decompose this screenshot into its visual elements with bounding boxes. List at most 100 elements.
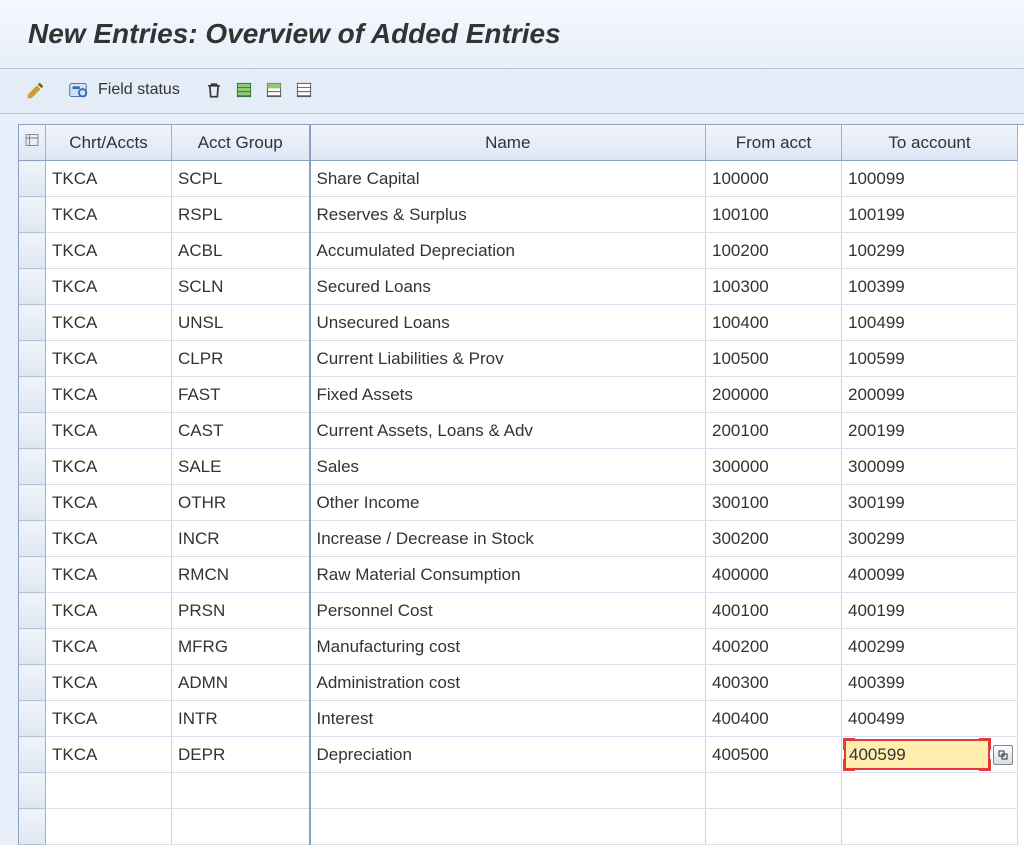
cell-to-account[interactable]: 100499 — [842, 305, 1018, 341]
cell-name[interactable]: Unsecured Loans — [310, 305, 706, 341]
cell-chrt-accts[interactable]: TKCA — [46, 161, 172, 197]
row-selector[interactable] — [19, 593, 46, 629]
cell-chrt-accts[interactable] — [46, 809, 172, 845]
cell-chrt-accts[interactable] — [46, 773, 172, 809]
col-name[interactable]: Name — [310, 125, 706, 161]
cell-from-acct[interactable]: 100500 — [706, 341, 842, 377]
cell-name[interactable]: Fixed Assets — [310, 377, 706, 413]
row-selector[interactable] — [19, 557, 46, 593]
cell-name[interactable]: Depreciation — [310, 737, 706, 773]
cell-acct-group[interactable]: CLPR — [172, 341, 310, 377]
col-acct-group[interactable]: Acct Group — [172, 125, 310, 161]
col-chrt-accts[interactable]: Chrt/Accts — [46, 125, 172, 161]
cell-acct-group[interactable]: OTHR — [172, 485, 310, 521]
cell-to-account[interactable]: 300299 — [842, 521, 1018, 557]
cell-acct-group[interactable]: RSPL — [172, 197, 310, 233]
cell-to-account[interactable]: 200199 — [842, 413, 1018, 449]
row-selector[interactable] — [19, 773, 46, 809]
cell-name[interactable]: Current Assets, Loans & Adv — [310, 413, 706, 449]
cell-acct-group[interactable]: SALE — [172, 449, 310, 485]
cell-to-account[interactable]: 400299 — [842, 629, 1018, 665]
cell-name[interactable]: Administration cost — [310, 665, 706, 701]
change-icon[interactable] — [24, 79, 48, 101]
cell-from-acct[interactable]: 300000 — [706, 449, 842, 485]
cell-to-account[interactable]: 100599 — [842, 341, 1018, 377]
cell-acct-group[interactable] — [172, 809, 310, 845]
deselect-all-icon[interactable] — [292, 79, 316, 101]
cell-from-acct[interactable]: 100200 — [706, 233, 842, 269]
column-config-icon[interactable] — [19, 125, 46, 161]
cell-name[interactable]: Other Income — [310, 485, 706, 521]
cell-to-account[interactable]: 200099 — [842, 377, 1018, 413]
cell-acct-group[interactable]: SCLN — [172, 269, 310, 305]
cell-from-acct[interactable]: 200100 — [706, 413, 842, 449]
cell-acct-group[interactable]: SCPL — [172, 161, 310, 197]
cell-acct-group[interactable]: RMCN — [172, 557, 310, 593]
row-selector[interactable] — [19, 665, 46, 701]
cell-acct-group[interactable]: MFRG — [172, 629, 310, 665]
cell-from-acct[interactable] — [706, 809, 842, 845]
cell-name[interactable]: Personnel Cost — [310, 593, 706, 629]
cell-to-account[interactable]: 400599 — [842, 737, 1018, 773]
cell-name[interactable]: Increase / Decrease in Stock — [310, 521, 706, 557]
cell-acct-group[interactable]: ACBL — [172, 233, 310, 269]
cell-from-acct[interactable]: 200000 — [706, 377, 842, 413]
cell-from-acct[interactable]: 400300 — [706, 665, 842, 701]
cell-from-acct[interactable] — [706, 773, 842, 809]
cell-acct-group[interactable]: INTR — [172, 701, 310, 737]
cell-to-account[interactable]: 400499 — [842, 701, 1018, 737]
cell-chrt-accts[interactable]: TKCA — [46, 377, 172, 413]
cell-to-account[interactable]: 400199 — [842, 593, 1018, 629]
to-account-input[interactable]: 400599 — [845, 740, 989, 769]
row-selector[interactable] — [19, 161, 46, 197]
row-selector[interactable] — [19, 701, 46, 737]
cell-from-acct[interactable]: 300200 — [706, 521, 842, 557]
cell-from-acct[interactable]: 100400 — [706, 305, 842, 341]
cell-acct-group[interactable]: PRSN — [172, 593, 310, 629]
cell-to-account[interactable]: 300099 — [842, 449, 1018, 485]
field-status-label[interactable]: Field status — [98, 81, 180, 99]
cell-chrt-accts[interactable]: TKCA — [46, 233, 172, 269]
cell-to-account[interactable]: 100199 — [842, 197, 1018, 233]
col-from-acct[interactable]: From acct — [706, 125, 842, 161]
cell-to-account[interactable]: 100399 — [842, 269, 1018, 305]
row-selector[interactable] — [19, 521, 46, 557]
cell-name[interactable]: Share Capital — [310, 161, 706, 197]
row-selector[interactable] — [19, 341, 46, 377]
row-selector[interactable] — [19, 269, 46, 305]
row-selector[interactable] — [19, 377, 46, 413]
row-selector[interactable] — [19, 449, 46, 485]
cell-from-acct[interactable]: 400000 — [706, 557, 842, 593]
cell-chrt-accts[interactable]: TKCA — [46, 629, 172, 665]
row-selector[interactable] — [19, 737, 46, 773]
row-selector[interactable] — [19, 809, 46, 845]
cell-from-acct[interactable]: 100300 — [706, 269, 842, 305]
cell-chrt-accts[interactable]: TKCA — [46, 737, 172, 773]
cell-to-account[interactable]: 400399 — [842, 665, 1018, 701]
cell-from-acct[interactable]: 400400 — [706, 701, 842, 737]
cell-to-account[interactable]: 100299 — [842, 233, 1018, 269]
field-status-icon[interactable] — [66, 79, 90, 101]
cell-name[interactable]: Secured Loans — [310, 269, 706, 305]
cell-to-account[interactable]: 100099 — [842, 161, 1018, 197]
select-block-icon[interactable] — [262, 79, 286, 101]
cell-chrt-accts[interactable]: TKCA — [46, 593, 172, 629]
cell-from-acct[interactable]: 400200 — [706, 629, 842, 665]
cell-acct-group[interactable]: ADMN — [172, 665, 310, 701]
row-selector[interactable] — [19, 629, 46, 665]
cell-to-account[interactable]: 300199 — [842, 485, 1018, 521]
cell-chrt-accts[interactable]: TKCA — [46, 197, 172, 233]
search-help-icon[interactable] — [993, 745, 1013, 765]
cell-acct-group[interactable] — [172, 773, 310, 809]
cell-from-acct[interactable]: 100000 — [706, 161, 842, 197]
cell-to-account[interactable]: 400099 — [842, 557, 1018, 593]
cell-acct-group[interactable]: FAST — [172, 377, 310, 413]
col-to-account[interactable]: To account — [842, 125, 1018, 161]
cell-name[interactable]: Reserves & Surplus — [310, 197, 706, 233]
cell-acct-group[interactable]: UNSL — [172, 305, 310, 341]
cell-chrt-accts[interactable]: TKCA — [46, 665, 172, 701]
cell-chrt-accts[interactable]: TKCA — [46, 341, 172, 377]
cell-chrt-accts[interactable]: TKCA — [46, 557, 172, 593]
row-selector[interactable] — [19, 305, 46, 341]
cell-name[interactable]: Current Liabilities & Prov — [310, 341, 706, 377]
